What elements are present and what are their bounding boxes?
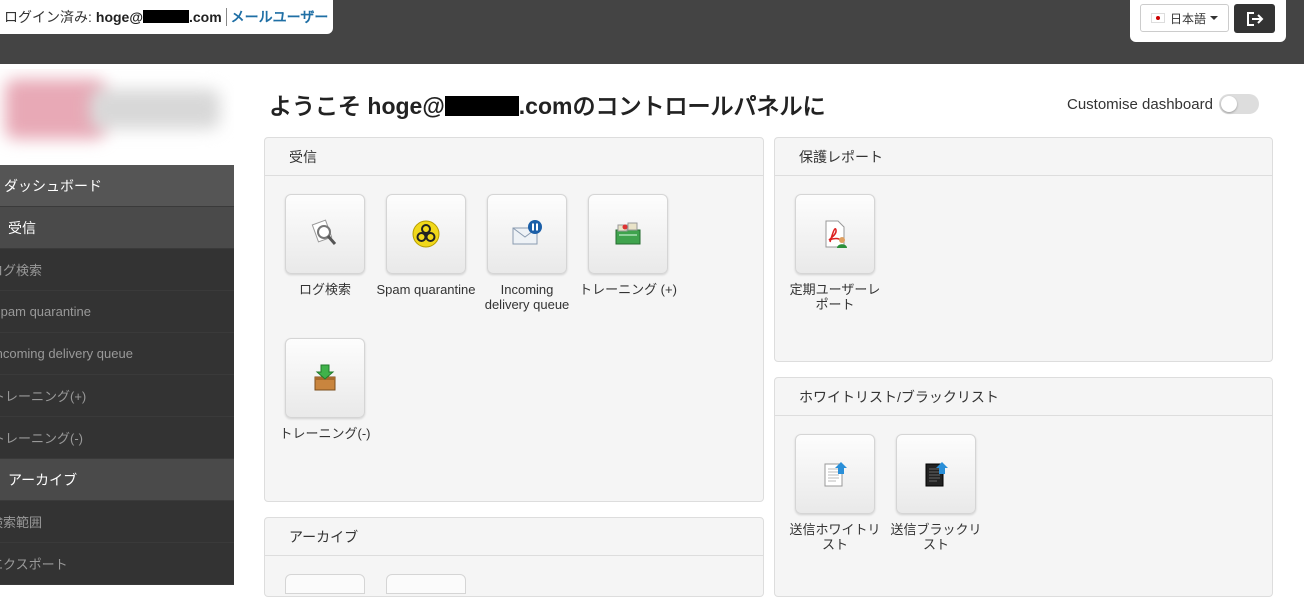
language-dropdown[interactable]: 日本語 [1140, 4, 1229, 32]
customise-label: Customise dashboard [1067, 95, 1213, 113]
doc-upload-icon [824, 462, 847, 487]
tile-outgoing-whitelist[interactable]: 送信ホワイトリスト [785, 434, 885, 552]
sidebar-section-archive[interactable]: アーカイブ [0, 459, 234, 501]
tile-archive-1[interactable] [285, 574, 365, 594]
sidebar-item-spam-quarantine[interactable]: Spam quarantine [0, 291, 234, 333]
login-info: ログイン済み: hoge@ .com メールユーザー [0, 0, 333, 34]
logout-icon [1246, 11, 1263, 26]
sidebar-item-dashboard[interactable]: ダッシュボード [0, 165, 234, 207]
panel-lists: ホワイトリスト/ブラックリスト 送信ホワイトリスト 送信ブラックリスト [774, 377, 1273, 597]
tile-log-search[interactable]: ログ検索 [275, 194, 375, 297]
top-right-controls: 日本語 [1130, 0, 1286, 42]
user-type-link[interactable]: メールユーザー [231, 7, 329, 27]
sidebar: ダッシュボード 受信 ログ検索 Spam quarantine Incoming… [0, 64, 234, 585]
page-title: ようこそ hoge@ .comのコントロールパネルに [269, 93, 826, 119]
tile-incoming-queue[interactable]: Incoming delivery queue [477, 194, 577, 312]
caret-down-icon [1210, 16, 1218, 20]
login-label: ログイン済み: [4, 9, 92, 25]
tile-archive-2[interactable] [386, 574, 466, 594]
money-box-icon [615, 222, 641, 245]
panel-archive: アーカイブ [264, 517, 764, 597]
panel-title: ホワイトリスト/ブラックリスト [775, 378, 1272, 416]
sidebar-section-incoming[interactable]: 受信 [0, 207, 234, 249]
divider [225, 8, 227, 26]
download-box-icon [314, 364, 336, 391]
sidebar-item-incoming-queue[interactable]: Incoming delivery queue [0, 333, 234, 375]
panel-reports: 保護レポート 定期ユーザーレポート [774, 137, 1273, 362]
tile-training-plus[interactable]: トレーニング (+) [578, 194, 678, 297]
sidebar-item-training-minus[interactable]: トレーニング(-) [0, 417, 234, 459]
logout-button[interactable] [1234, 4, 1275, 33]
sidebar-menu: ダッシュボード 受信 ログ検索 Spam quarantine Incoming… [0, 165, 234, 585]
tile-user-report[interactable]: 定期ユーザーレポート [785, 194, 885, 312]
panel-incoming: 受信 ログ検索 Spam quarantine Incoming deliver… [264, 137, 764, 502]
tile-spam-quarantine[interactable]: Spam quarantine [376, 194, 476, 297]
biohazard-icon [412, 220, 440, 248]
sidebar-item-training-plus[interactable]: トレーニング(+) [0, 375, 234, 417]
logo [0, 69, 234, 165]
customise-toggle[interactable] [1218, 94, 1259, 114]
mail-pause-icon [512, 220, 542, 245]
tile-outgoing-blacklist[interactable]: 送信ブラックリスト [886, 434, 986, 552]
sidebar-item-log-search[interactable]: ログ検索 [0, 249, 234, 291]
customise-dashboard: Customise dashboard [1067, 94, 1259, 114]
panel-title: アーカイブ [265, 518, 763, 556]
panel-title: 保護レポート [775, 138, 1272, 176]
blackdoc-upload-icon [925, 462, 948, 487]
tile-training-minus[interactable]: トレーニング(-) [275, 338, 375, 441]
language-label: 日本語 [1169, 11, 1206, 26]
login-email: hoge@ .com [95, 9, 222, 25]
magnifier-icon [311, 219, 337, 245]
panel-title: 受信 [265, 138, 763, 176]
sidebar-item-search-range[interactable]: 検索範囲 [0, 501, 234, 543]
japan-flag-icon [1150, 13, 1165, 23]
redaction-bar [142, 10, 189, 23]
pdf-user-icon [825, 220, 847, 248]
redaction-bar [444, 96, 519, 116]
